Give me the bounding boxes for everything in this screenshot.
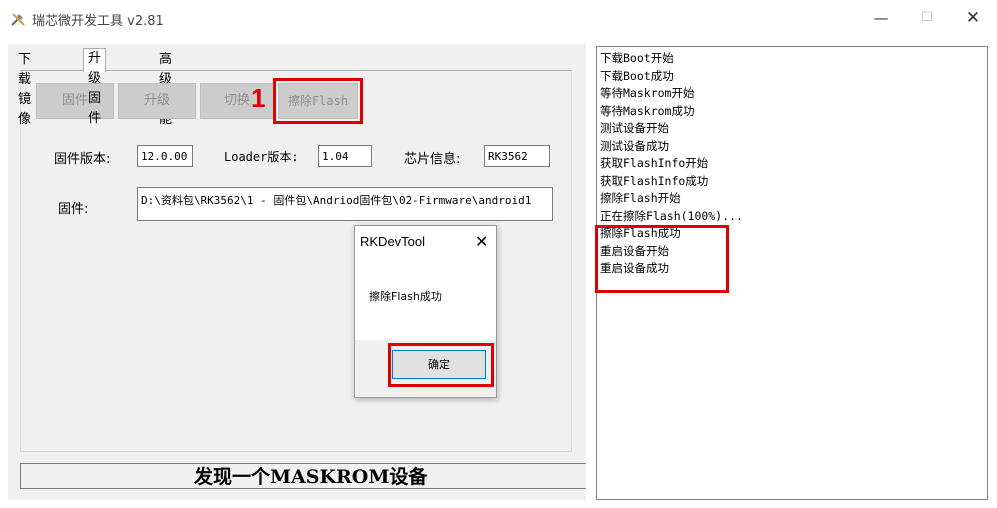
dialog-message: 擦除Flash成功 [369, 290, 442, 303]
log-line: 等待Maskrom成功 [600, 104, 695, 118]
step-marker: 1 [251, 83, 266, 113]
firmware-version-label: 固件版本: [54, 152, 111, 167]
log-line: 下载Boot成功 [600, 69, 674, 83]
tab-download-image[interactable]: 下载镜像 [14, 50, 36, 127]
dialog-title: RKDevTool [360, 234, 426, 249]
log-line: 测试设备成功 [600, 139, 669, 153]
highlight-box-log [595, 225, 729, 293]
log-line: 下载Boot开始 [600, 51, 674, 65]
tools-icon [11, 13, 25, 26]
log-line: 获取FlashInfo成功 [600, 174, 709, 188]
highlight-box-erase [273, 78, 363, 124]
loader-version-field: 1.04 [318, 145, 372, 167]
title-bar: 瑞芯微开发工具 v2.81 — ☐ ✕ [0, 0, 997, 36]
log-line: 正在擦除Flash(100%)... [600, 209, 743, 223]
log-line: 等待Maskrom开始 [600, 86, 695, 100]
log-line: 获取FlashInfo开始 [600, 156, 709, 170]
window-title: 瑞芯微开发工具 v2.81 [32, 14, 164, 29]
tab-advanced[interactable]: 高级功能 [155, 50, 177, 127]
firmware-button[interactable]: 固件 [36, 83, 114, 119]
chip-info-label: 芯片信息: [404, 152, 461, 167]
minimize-button[interactable]: — [858, 4, 904, 32]
maximize-button[interactable]: ☐ [904, 4, 950, 32]
upgrade-button[interactable]: 升级 [118, 83, 196, 119]
dialog-title-bar: RKDevTool ✕ [355, 226, 496, 260]
loader-version-label: Loader版本: [224, 150, 299, 164]
dialog-close-icon[interactable]: ✕ [475, 232, 488, 251]
dialog-body: 擦除Flash成功 [355, 260, 496, 340]
status-text: 发现一个MASKROM设备 [194, 466, 428, 488]
firmware-path-label: 固件: [58, 202, 89, 217]
close-button[interactable]: ✕ [950, 4, 996, 32]
log-line: 测试设备开始 [600, 121, 669, 135]
chip-info-field: RK3562 [484, 145, 550, 167]
tab-upgrade-firmware[interactable]: 升级固件 [83, 48, 107, 126]
firmware-version-field: 12.0.00 [137, 145, 193, 167]
highlight-box-ok [388, 343, 494, 387]
log-line: 擦除Flash开始 [600, 191, 681, 205]
firmware-path-field[interactable]: D:\资料包\RK3562\1 - 固件包\Andriod固件包\02-Firm… [137, 187, 553, 221]
